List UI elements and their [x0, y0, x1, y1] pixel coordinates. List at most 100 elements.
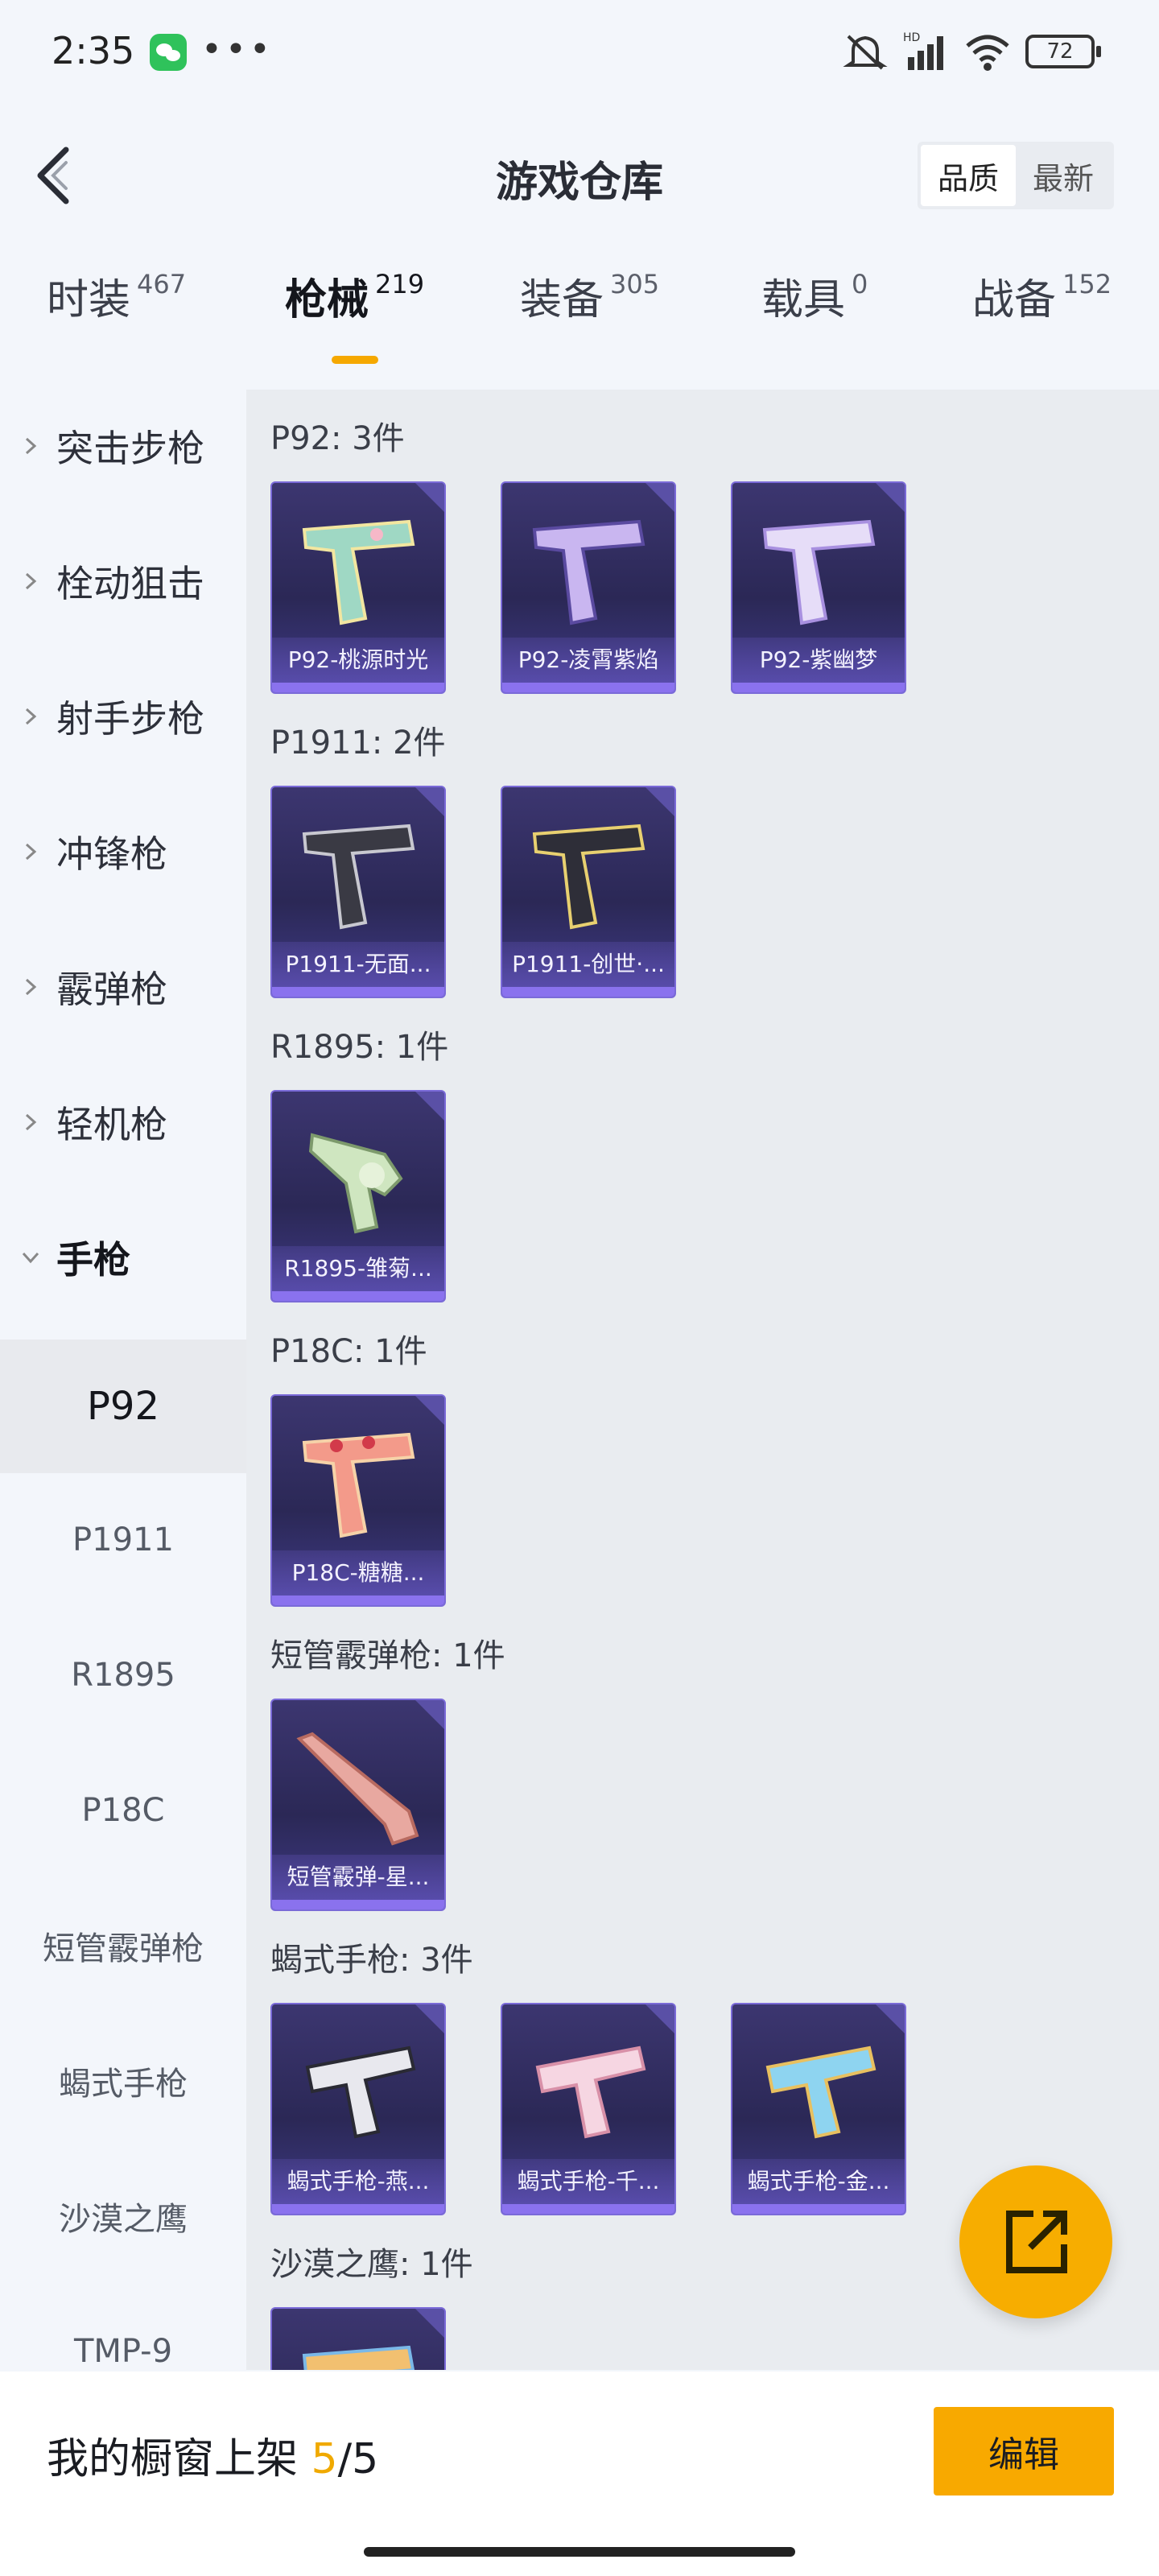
subcategory-p18c[interactable]: P18C: [0, 1744, 246, 1877]
rarity-bar: [272, 683, 444, 692]
edit-button[interactable]: 编辑: [934, 2407, 1114, 2496]
item-name: P92-紫幽梦: [732, 638, 905, 683]
share-button[interactable]: [959, 2165, 1112, 2318]
tab-equipment[interactable]: 装备 305: [520, 266, 659, 326]
tab-combat-gear[interactable]: 战备 152: [972, 266, 1112, 326]
share-external-icon: [1006, 2211, 1067, 2273]
more-dots-icon: •••: [201, 29, 274, 70]
category-tabs: 时装 467 枪械 219 装备 305 载具 0 战备 152: [0, 266, 1159, 364]
showcase-label: 我的橱窗上架: [47, 2435, 311, 2483]
item-card[interactable]: P18C-糖糖...: [270, 1394, 446, 1607]
group-title-scorpion-pistol: 蝎式手枪: 3件: [270, 1942, 473, 1979]
pistol-skin-image: [302, 824, 415, 930]
category-smg[interactable]: 冲锋枪: [0, 795, 246, 908]
showcase-shelf-status: 我的橱窗上架 5/5: [47, 2425, 378, 2485]
tab-count: 467: [137, 269, 187, 299]
wechat-icon: [150, 34, 187, 71]
group-title-p1911: P1911: 2件: [270, 724, 446, 762]
sort-newest-button[interactable]: 最新: [1016, 145, 1111, 206]
item-card[interactable]: 蝎式手枪-千...: [501, 2003, 676, 2215]
item-card[interactable]: 蝎式手枪-金...: [731, 2003, 906, 2215]
group-title-short-shotgun: 短管霰弹枪: 1件: [270, 1637, 505, 1674]
subcategory-p92[interactable]: P92: [0, 1340, 246, 1473]
subcategory-p1911[interactable]: P1911: [0, 1473, 246, 1607]
smg-skin-image: [535, 2046, 646, 2139]
rarity-bar: [732, 683, 905, 692]
group-title-p92: P92: 3件: [270, 420, 405, 457]
item-card[interactable]: P1911-创世·...: [501, 786, 676, 998]
tab-guns[interactable]: 枪械 219: [285, 266, 424, 326]
item-card[interactable]: 短管霰弹-星...: [270, 1699, 446, 1911]
rarity-bar: [502, 2204, 674, 2214]
rarity-bar: [732, 2204, 905, 2214]
category-bolt-sniper[interactable]: 栓动狙击: [0, 525, 246, 638]
category-label: 手枪: [56, 1238, 130, 1282]
tab-count: 152: [1062, 269, 1112, 299]
battery-icon: 72: [1025, 35, 1101, 68]
tab-label: 枪械: [285, 276, 369, 324]
item-name: R1895-雏菊...: [272, 1246, 444, 1291]
item-name: 短管霰弹-星...: [272, 1855, 444, 1900]
chevron-right-icon: [25, 1113, 37, 1131]
chevron-right-icon: [25, 708, 37, 725]
smg-skin-image: [305, 2046, 416, 2139]
tab-count: 219: [375, 269, 425, 299]
subcategory-short-shotgun[interactable]: 短管霰弹枪: [0, 1879, 246, 2013]
rarity-bar: [272, 987, 444, 997]
chevron-right-icon: [25, 843, 37, 861]
chevron-right-icon: [25, 437, 37, 455]
subcategory-desert-eagle[interactable]: 沙漠之鹰: [0, 2149, 246, 2283]
mute-icon: [843, 35, 888, 70]
status-bar: 2:35 ••• HD 72: [0, 0, 1159, 105]
group-title-p18c: P18C: 1件: [270, 1333, 427, 1370]
category-assault-rifle[interactable]: 突击步枪: [0, 390, 246, 502]
subcategory-scorpion-pistol[interactable]: 蝎式手枪: [0, 2014, 246, 2148]
chevron-right-icon: [25, 978, 37, 996]
item-card[interactable]: [270, 2307, 446, 2370]
item-card[interactable]: P92-桃源时光: [270, 481, 446, 694]
category-label: 霰弹枪: [56, 968, 167, 1011]
pistol-skin-image: [302, 2345, 415, 2370]
category-pistol[interactable]: 手枪: [0, 1201, 246, 1314]
item-name: P92-凌霄紫焰: [502, 638, 674, 683]
category-label: 突击步枪: [56, 427, 204, 470]
item-card[interactable]: P92-凌霄紫焰: [501, 481, 676, 694]
wifi-icon: [966, 35, 1009, 71]
active-tab-indicator: [332, 356, 378, 364]
rarity-bar: [272, 2204, 444, 2214]
subcategory-r1895[interactable]: R1895: [0, 1608, 246, 1742]
tab-vehicles[interactable]: 载具 0: [761, 266, 868, 326]
smg-skin-image: [765, 2046, 876, 2139]
tab-label: 时装: [47, 276, 131, 324]
weapon-category-sidebar: 突击步枪 栓动狙击 射手步枪 冲锋枪 霰弹枪 轻机枪 手枪 P92 P1911 …: [0, 390, 246, 2370]
pistol-skin-image: [302, 519, 415, 625]
category-marksman-rifle[interactable]: 射手步枪: [0, 660, 246, 773]
category-lmg[interactable]: 轻机枪: [0, 1066, 246, 1179]
item-card[interactable]: 蝎式手枪-燕...: [270, 2003, 446, 2215]
item-name: P1911-创世·...: [502, 942, 674, 987]
showcase-count: 5: [311, 2435, 338, 2483]
tab-count: 0: [852, 269, 868, 299]
pistol-skin-image: [532, 824, 645, 930]
group-title-desert-eagle: 沙漠之鹰: 1件: [270, 2246, 473, 2283]
pistol-skin-image: [302, 1432, 415, 1538]
category-shotgun[interactable]: 霰弹枪: [0, 931, 246, 1043]
item-name: 蝎式手枪-燕...: [272, 2159, 444, 2204]
showcase-total: /5: [337, 2435, 379, 2483]
chevron-down-icon: [22, 1252, 39, 1264]
status-time: 2:35: [52, 29, 135, 72]
item-name: P92-桃源时光: [272, 638, 444, 683]
signal-icon: HD: [903, 31, 943, 70]
rarity-bar: [272, 1291, 444, 1301]
header: 游戏仓库 品质 最新: [0, 129, 1159, 225]
pistol-skin-image: [762, 519, 876, 625]
tab-count: 305: [610, 269, 660, 299]
sort-quality-button[interactable]: 品质: [921, 145, 1016, 206]
item-card[interactable]: P1911-无面...: [270, 786, 446, 998]
category-label: 冲锋枪: [56, 832, 167, 876]
tab-fashion[interactable]: 时装 467: [47, 266, 186, 326]
category-label: 射手步枪: [56, 697, 204, 741]
item-card[interactable]: P92-紫幽梦: [731, 481, 906, 694]
rarity-bar: [502, 683, 674, 692]
item-card[interactable]: R1895-雏菊...: [270, 1090, 446, 1302]
